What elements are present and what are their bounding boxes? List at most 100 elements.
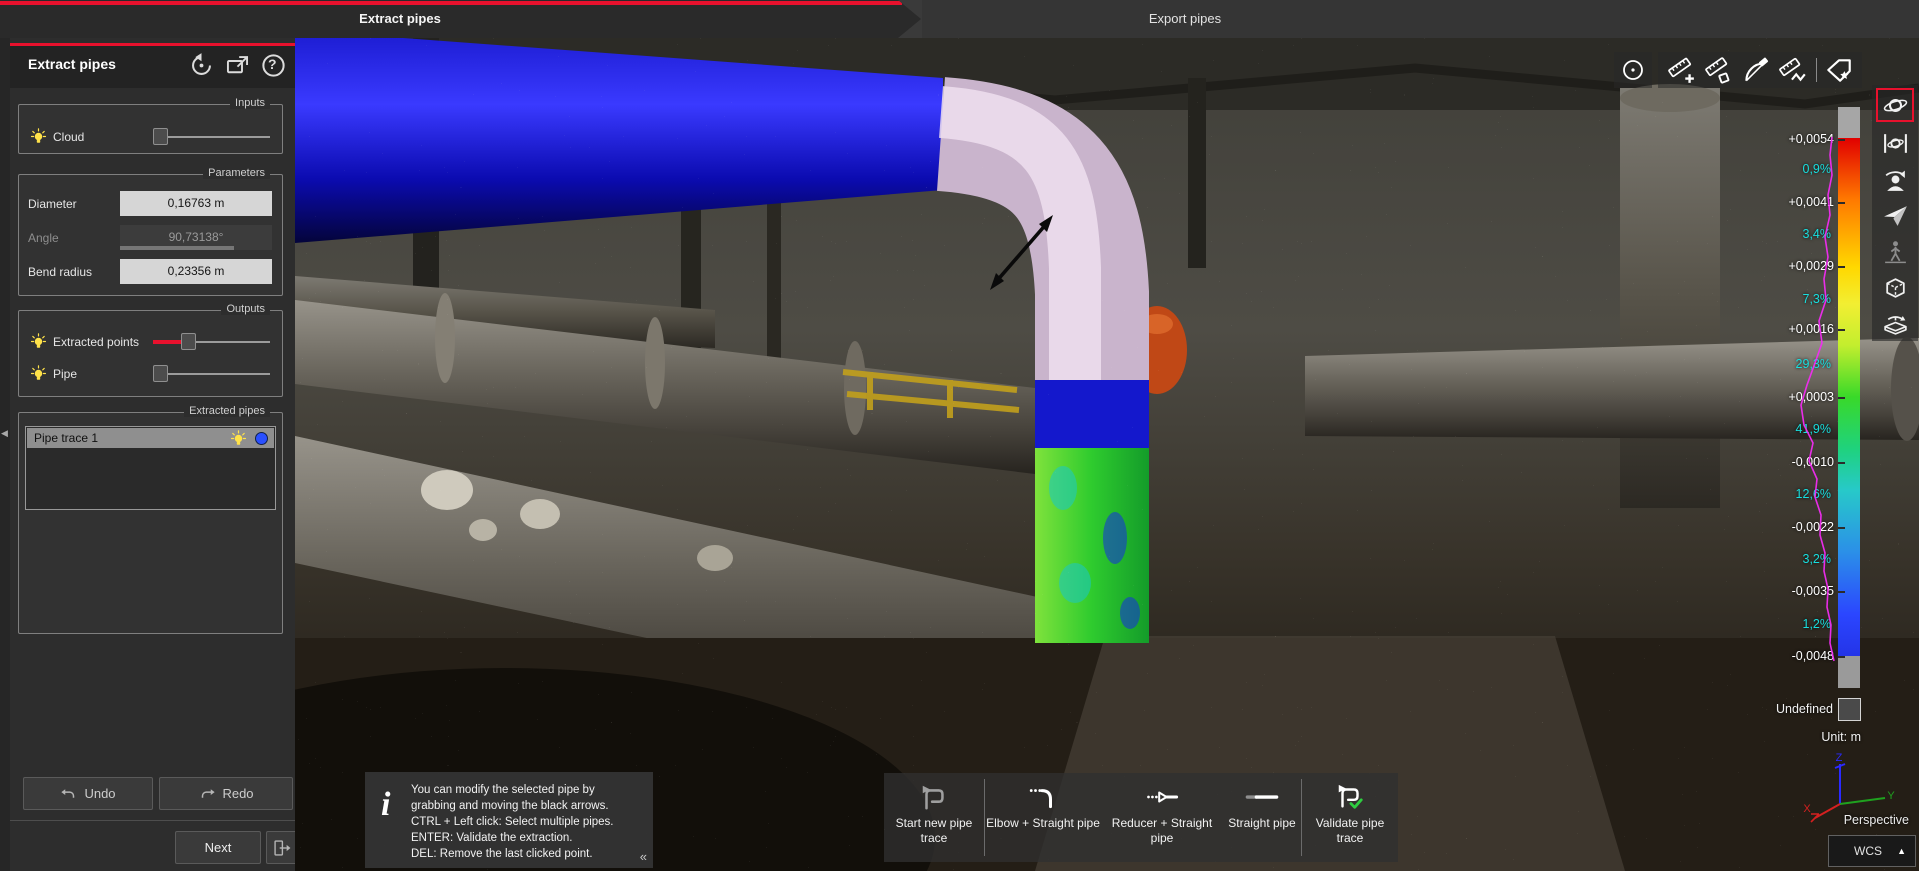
info-line: ENTER: Validate the extraction. — [411, 830, 643, 846]
next-button[interactable]: Next — [175, 831, 261, 864]
angle-progress — [120, 246, 234, 250]
collapse-info-icon[interactable]: « — [640, 849, 647, 864]
help-button[interactable]: ? — [260, 52, 287, 79]
axis-z-label: Z — [1836, 752, 1843, 764]
straight-pipe-icon — [1244, 782, 1280, 812]
outputs-legend: Outputs — [221, 303, 270, 315]
axis-y-label: Y — [1887, 790, 1895, 802]
coordinate-system-dropdown[interactable]: WCS ▲ — [1828, 835, 1916, 867]
extracted-points-visibility-icon[interactable] — [30, 333, 47, 350]
detach-panel-button[interactable] — [224, 52, 251, 79]
info-icon: i — [381, 788, 390, 822]
unit-label: Unit: m — [1821, 730, 1861, 744]
exit-icon — [272, 838, 292, 858]
measure-angle-icon — [1741, 55, 1771, 85]
reducer-straight-pipe-button[interactable]: Reducer + Straight pipe — [1101, 773, 1223, 862]
cloud-slider-thumb[interactable] — [153, 128, 168, 145]
info-text: You can modify the selected pipe by grab… — [411, 782, 643, 862]
info-line: CTRL + Left click: Select multiple pipes… — [411, 814, 643, 830]
turntable-icon — [1882, 310, 1909, 337]
pipe-trace-color-swatch[interactable] — [255, 432, 268, 445]
measure-angle-button[interactable] — [1741, 55, 1771, 85]
parameters-legend: Parameters — [203, 167, 270, 179]
undo-icon — [60, 785, 78, 803]
pipe-trace-visibility-icon[interactable] — [230, 430, 247, 447]
redo-label: Redo — [222, 786, 253, 801]
panel-title: Extract pipes — [28, 56, 116, 72]
extracted-points-label: Extracted points — [53, 335, 139, 349]
cloud-visibility-icon[interactable] — [30, 128, 47, 145]
straight-pipe-button[interactable]: Straight pipe — [1223, 773, 1301, 862]
pipe-extraction-app: Extract pipes Export pipes Extract pipes… — [0, 0, 1919, 871]
help-glyph: ? — [268, 56, 277, 72]
info-box: i You can modify the selected pipe by gr… — [365, 772, 653, 868]
view-cube-button[interactable] — [1878, 272, 1912, 302]
extracted-pipes-list[interactable]: Pipe trace 1 — [25, 426, 276, 510]
active-tab-progress-line — [0, 1, 902, 5]
measure-box-icon — [1703, 55, 1733, 85]
angle-value: 90,73138° — [169, 230, 224, 244]
extracted-pipes-legend: Extracted pipes — [184, 405, 270, 417]
examine-button[interactable] — [1878, 164, 1912, 194]
diameter-label: Diameter — [28, 197, 77, 211]
undo-button[interactable]: Undo — [23, 777, 153, 810]
start-new-pipe-trace-button[interactable]: Start new pipe trace — [884, 773, 984, 862]
info-line: DEL: Remove the last clicked point. — [411, 846, 643, 862]
measure-polyline-button[interactable] — [1778, 55, 1808, 85]
add-measure-icon — [1666, 55, 1696, 85]
panel-collapse-icon[interactable]: ◀ — [1, 428, 8, 439]
validate-pipe-trace-button[interactable]: Validate pipe trace — [1302, 773, 1398, 862]
button-label: Reducer + Straight pipe — [1101, 816, 1223, 846]
info-line: You can modify the selected pipe by — [411, 782, 643, 798]
reducer-straight-pipe-icon — [1144, 782, 1180, 812]
next-label: Next — [205, 840, 232, 855]
fly-button[interactable] — [1878, 200, 1912, 230]
extracted-points-slider-thumb[interactable] — [181, 333, 196, 350]
start-pipe-trace-icon — [916, 782, 952, 812]
scale-histogram-curve — [1795, 95, 1850, 680]
add-measure-button[interactable] — [1666, 55, 1696, 85]
validate-pipe-trace-icon — [1332, 782, 1368, 812]
elbow-straight-pipe-button[interactable]: Elbow + Straight pipe — [985, 773, 1101, 862]
button-label: Start new pipe trace — [884, 816, 984, 846]
measure-box-button[interactable] — [1703, 55, 1733, 85]
pipe-visibility-icon[interactable] — [30, 365, 47, 382]
pipe-slider[interactable] — [153, 373, 270, 375]
tab-export-pipes[interactable] — [922, 0, 1919, 38]
redo-button[interactable]: Redo — [159, 777, 293, 810]
undefined-label: Undefined — [1776, 702, 1833, 716]
label-button[interactable] — [1824, 55, 1854, 85]
circle-measure-button[interactable] — [1614, 52, 1652, 88]
pipe-slider-thumb[interactable] — [153, 365, 168, 382]
point-cloud-viewport[interactable] — [295, 38, 1919, 871]
orbit-button[interactable] — [1876, 88, 1914, 122]
reset-button[interactable] — [188, 52, 215, 79]
bend-radius-field[interactable]: 0,23356 m — [120, 259, 272, 284]
inputs-group: Inputs — [18, 104, 283, 154]
undefined-color-swatch[interactable] — [1838, 698, 1861, 721]
extracted-points-slider[interactable] — [153, 341, 270, 343]
exit-button[interactable] — [266, 831, 297, 864]
navigation-toolbar — [1872, 85, 1918, 341]
list-item-pipe-trace[interactable]: Pipe trace 1 — [27, 428, 274, 448]
turntable-button[interactable] — [1878, 308, 1912, 338]
constrained-orbit-button[interactable] — [1878, 128, 1912, 158]
redo-icon — [198, 785, 216, 803]
pipe-tools-toolbar: Start new pipe trace Elbow + Straight pi… — [884, 773, 1398, 862]
toolbar-divider — [1816, 58, 1817, 82]
circle-measure-icon — [1620, 57, 1646, 83]
cloud-slider[interactable] — [153, 136, 270, 138]
tab-export-pipes-label[interactable]: Export pipes — [1120, 11, 1250, 26]
outputs-group: Outputs — [18, 310, 283, 397]
inputs-legend: Inputs — [230, 97, 270, 109]
cloud-label: Cloud — [53, 130, 84, 144]
button-label: Elbow + Straight pipe — [986, 816, 1100, 831]
orbit-icon — [1882, 92, 1909, 119]
diameter-field[interactable]: 0,16763 m — [120, 191, 272, 216]
label-icon — [1824, 55, 1854, 85]
button-label: Straight pipe — [1228, 816, 1295, 831]
tab-extract-pipes-label: Extract pipes — [0, 11, 800, 26]
view-cube-icon — [1882, 274, 1909, 301]
walk-button[interactable] — [1878, 236, 1912, 266]
extracted-points-slider-fill — [153, 340, 181, 344]
